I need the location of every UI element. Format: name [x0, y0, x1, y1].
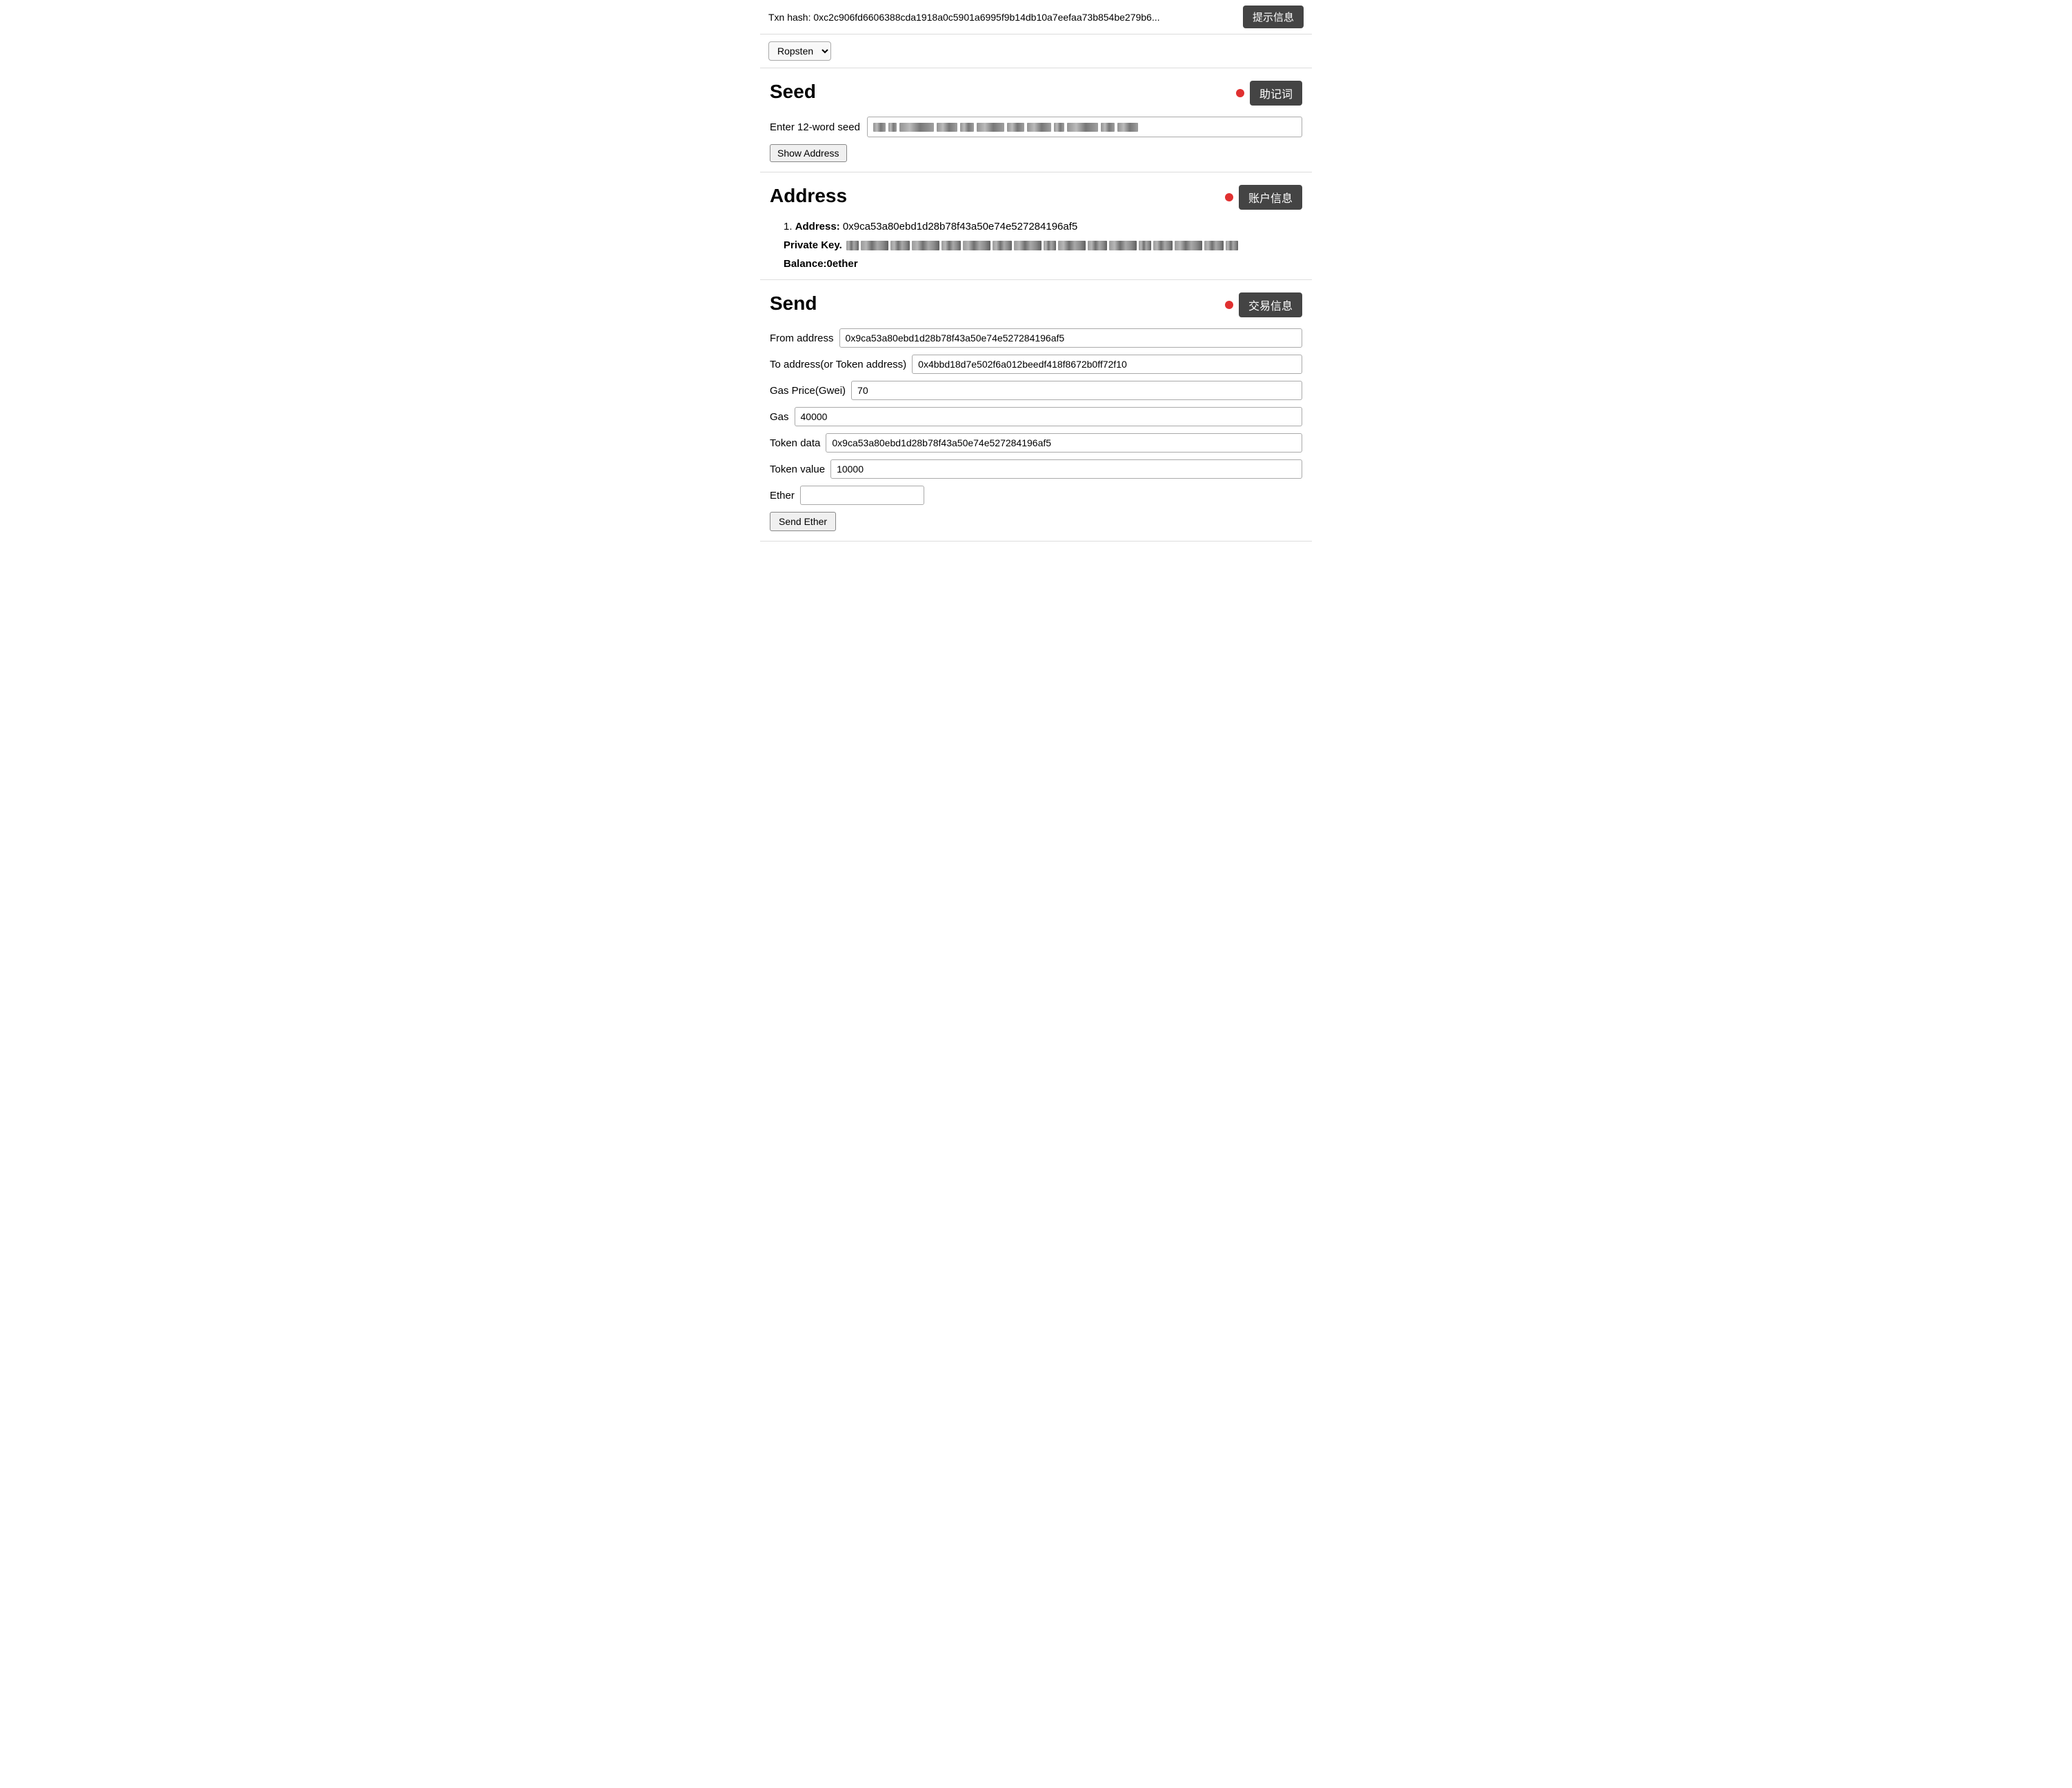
pk-blur-10: [1058, 241, 1086, 250]
send-section-header: Send 交易信息: [770, 292, 1302, 317]
seed-badge-wrap: 助记词: [1236, 81, 1302, 106]
seed-blur-2: [888, 123, 897, 132]
token-value-input[interactable]: [830, 459, 1302, 479]
token-data-input[interactable]: [826, 433, 1302, 453]
balance-line: Balance:0ether: [784, 258, 1302, 270]
network-bar: Ropsten Mainnet Kovan Rinkeby: [760, 34, 1312, 68]
address-badge: 账户信息: [1239, 185, 1302, 210]
seed-title: Seed: [770, 81, 816, 103]
seed-blur-6: [977, 123, 1004, 132]
pk-blur-16: [1204, 241, 1224, 250]
pk-blur-5: [942, 241, 961, 250]
from-address-row: From address: [770, 328, 1302, 348]
pk-blur-11: [1088, 241, 1107, 250]
pk-blur-3: [890, 241, 910, 250]
pk-blur-2: [861, 241, 888, 250]
seed-blur-3: [899, 123, 934, 132]
send-badge: 交易信息: [1239, 292, 1302, 317]
pk-blur-1: [846, 241, 859, 250]
pk-blur-6: [963, 241, 990, 250]
to-address-input[interactable]: [912, 355, 1302, 374]
token-data-row: Token data: [770, 433, 1302, 453]
address-line-1: 1. Address: 0x9ca53a80ebd1d28b78f43a50e7…: [784, 221, 1302, 232]
seed-red-dot: [1236, 89, 1244, 97]
seed-blur-8: [1027, 123, 1051, 132]
seed-blur-10: [1067, 123, 1098, 132]
token-data-label: Token data: [770, 437, 820, 449]
seed-section: Seed 助记词 Enter 12-word seed: [760, 68, 1312, 172]
pk-blur-17: [1226, 241, 1238, 250]
address-entry-1: 1. Address: 0x9ca53a80ebd1d28b78f43a50e7…: [770, 221, 1302, 270]
pk-blur-15: [1175, 241, 1202, 250]
seed-blur-11: [1101, 123, 1115, 132]
private-key-line: Private Key.: [784, 239, 1302, 251]
network-select[interactable]: Ropsten Mainnet Kovan Rinkeby: [768, 41, 831, 61]
balance-label: Balance:: [784, 258, 827, 270]
token-value-label: Token value: [770, 464, 825, 475]
show-address-button[interactable]: Show Address: [770, 144, 847, 162]
send-title: Send: [770, 292, 817, 315]
seed-section-header: Seed 助记词: [770, 81, 1302, 106]
seed-blur-5: [960, 123, 974, 132]
seed-input-row: Enter 12-word seed: [770, 117, 1302, 137]
gas-price-row: Gas Price(Gwei): [770, 381, 1302, 400]
address-red-dot: [1225, 193, 1233, 201]
from-address-label: From address: [770, 332, 834, 344]
gas-label: Gas: [770, 411, 789, 423]
to-address-row: To address(or Token address): [770, 355, 1302, 374]
pk-blur-9: [1044, 241, 1056, 250]
private-key-label: Private Key.: [784, 239, 842, 251]
seed-blur-7: [1007, 123, 1024, 132]
address-section: Address 账户信息 1. Address: 0x9ca53a80ebd1d…: [760, 172, 1312, 280]
pk-blur-4: [912, 241, 939, 250]
seed-input-label: Enter 12-word seed: [770, 121, 860, 133]
seed-badge: 助记词: [1250, 81, 1302, 106]
ether-input[interactable]: [800, 486, 924, 505]
send-ether-button[interactable]: Send Ether: [770, 512, 836, 531]
token-value-row: Token value: [770, 459, 1302, 479]
send-section: Send 交易信息 From address To address(or Tok…: [760, 280, 1312, 542]
gas-price-label: Gas Price(Gwei): [770, 385, 846, 397]
ether-label: Ether: [770, 490, 795, 501]
from-address-input[interactable]: [839, 328, 1302, 348]
seed-blur-12: [1117, 123, 1138, 132]
seed-blur-1: [873, 123, 886, 132]
address-label: Address:: [795, 221, 840, 232]
gas-input[interactable]: [795, 407, 1302, 426]
gas-row: Gas: [770, 407, 1302, 426]
send-badge-wrap: 交易信息: [1225, 292, 1302, 317]
seed-blur-9: [1054, 123, 1064, 132]
txn-hash-bar: Txn hash: 0xc2c906fd6606388cda1918a0c590…: [760, 0, 1312, 34]
to-address-label: To address(or Token address): [770, 359, 906, 370]
send-form: From address To address(or Token address…: [770, 328, 1302, 531]
address-title: Address: [770, 185, 847, 207]
private-key-blurred: [846, 241, 1238, 250]
address-section-header: Address 账户信息: [770, 185, 1302, 210]
gas-price-input[interactable]: [851, 381, 1302, 400]
address-value: 0x9ca53a80ebd1d28b78f43a50e74e527284196a…: [843, 221, 1077, 232]
pk-blur-7: [993, 241, 1012, 250]
address-badge-wrap: 账户信息: [1225, 185, 1302, 210]
txn-tooltip-badge: 提示信息: [1243, 6, 1304, 28]
txn-hash-text: Txn hash: 0xc2c906fd6606388cda1918a0c590…: [768, 12, 1160, 23]
address-index: 1.: [784, 221, 793, 232]
seed-input-field[interactable]: [867, 117, 1302, 137]
pk-blur-12: [1109, 241, 1137, 250]
balance-value: 0ether: [827, 258, 858, 270]
pk-blur-13: [1139, 241, 1151, 250]
seed-blurred-content: [873, 123, 1138, 132]
ether-row: Ether: [770, 486, 1302, 505]
pk-blur-8: [1014, 241, 1042, 250]
send-red-dot: [1225, 301, 1233, 309]
seed-blur-4: [937, 123, 957, 132]
pk-blur-14: [1153, 241, 1173, 250]
